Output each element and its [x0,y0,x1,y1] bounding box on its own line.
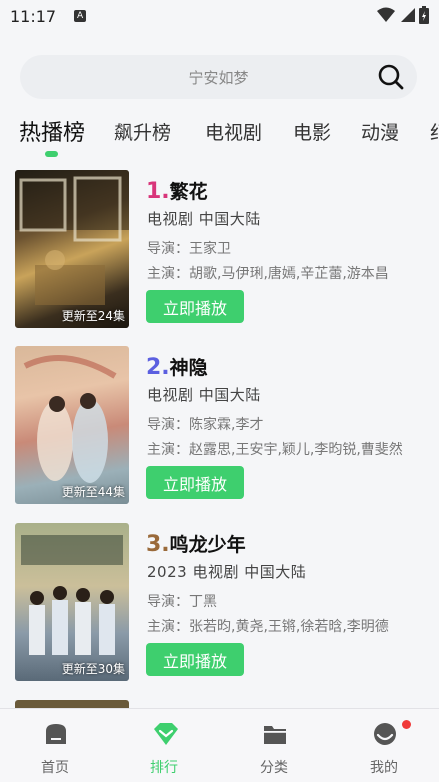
bottom-nav: 首页 排行 分类 我的 [0,708,439,782]
status-bar: 11:17 A [0,0,439,32]
tab-hot[interactable]: 热播榜 [19,115,85,147]
poster-image[interactable]: 更新至24集 [15,170,129,328]
nav-label: 我的 [370,760,398,776]
title-text: 繁花 [169,181,208,203]
wifi-icon [377,7,395,22]
search-bar[interactable]: 宁安如梦 [20,55,417,99]
item-cast: 主演：赵露思,王安宇,颖儿,李昀锐,曹斐然 [147,442,403,458]
notification-icon: A [74,10,87,22]
search-icon[interactable] [377,63,405,91]
list-item[interactable]: 更新至44集 2.神隐 电视剧 中国大陆 导演：陈家霖,李才 主演：赵露思,王安… [0,346,439,506]
category-tabs: 热播榜 飙升榜 电视剧 电影 动漫 纪 [0,110,439,160]
diamond-icon [154,723,178,745]
home-icon [46,724,66,744]
episode-badge: 更新至30集 [61,662,125,676]
play-button[interactable]: 立即播放 [146,290,244,323]
item-meta: 电视剧 中国大陆 [147,386,261,404]
list-item[interactable]: 更新至30集 3.鸣龙少年 2023 电视剧 中国大陆 导演：丁黑 主演：张若昀… [0,523,439,683]
poster-art [21,535,123,655]
nav-label: 排行 [150,760,178,776]
folder-icon [264,726,286,744]
nav-home[interactable]: 首页 [15,709,95,782]
status-icons [377,6,429,24]
tab-movie[interactable]: 电影 [293,118,331,145]
poster-art [15,170,129,305]
tab-anime[interactable]: 动漫 [361,118,399,145]
title-text: 神隐 [169,357,208,379]
tab-documentary[interactable]: 纪 [430,118,439,145]
item-director: 导演：王家卫 [147,241,231,257]
item-director: 导演：丁黑 [147,594,217,610]
notification-dot [402,720,411,729]
item-cast: 主演：胡歌,马伊琍,唐嫣,辛芷蕾,游本昌 [147,266,389,282]
nav-label: 首页 [41,760,69,776]
play-button[interactable]: 立即播放 [146,466,244,499]
episode-badge: 更新至44集 [61,485,125,499]
poster-image[interactable] [15,700,129,708]
tab-indicator [45,151,58,157]
rank-number: 3. [146,532,170,557]
tab-rising[interactable]: 飙升榜 [114,118,171,145]
profile-icon [374,723,396,745]
item-title: 1.繁花 [146,177,208,204]
item-director: 导演：陈家霖,李才 [147,417,264,433]
item-cast: 主演：张若昀,黄尧,王锵,徐若晗,李明德 [147,619,389,635]
item-title: 3.鸣龙少年 [146,530,246,557]
poster-art [23,355,117,483]
rank-number: 1. [146,179,170,204]
item-meta: 电视剧 中国大陆 [147,210,261,228]
item-title: 2.神隐 [146,353,208,380]
item-meta: 2023 电视剧 中国大陆 [147,563,307,581]
poster-image[interactable]: 更新至30集 [15,523,129,681]
episode-badge: 更新至24集 [61,309,125,323]
title-text: 鸣龙少年 [169,534,246,556]
search-input[interactable]: 宁安如梦 [188,67,248,88]
tab-tv[interactable]: 电视剧 [205,118,262,145]
nav-profile[interactable]: 我的 [344,709,424,782]
signal-icon [401,8,415,22]
nav-label: 分类 [260,760,288,776]
nav-category[interactable]: 分类 [234,709,314,782]
list-item[interactable]: 更新至24集 1.繁花 电视剧 中国大陆 导演：王家卫 主演：胡歌,马伊琍,唐嫣… [0,170,439,330]
rank-number: 2. [146,355,170,380]
poster-image[interactable]: 更新至44集 [15,346,129,504]
battery-icon [419,6,429,24]
nav-ranking[interactable]: 排行 [124,709,204,782]
status-time: 11:17 [10,6,57,26]
play-button[interactable]: 立即播放 [146,643,244,676]
